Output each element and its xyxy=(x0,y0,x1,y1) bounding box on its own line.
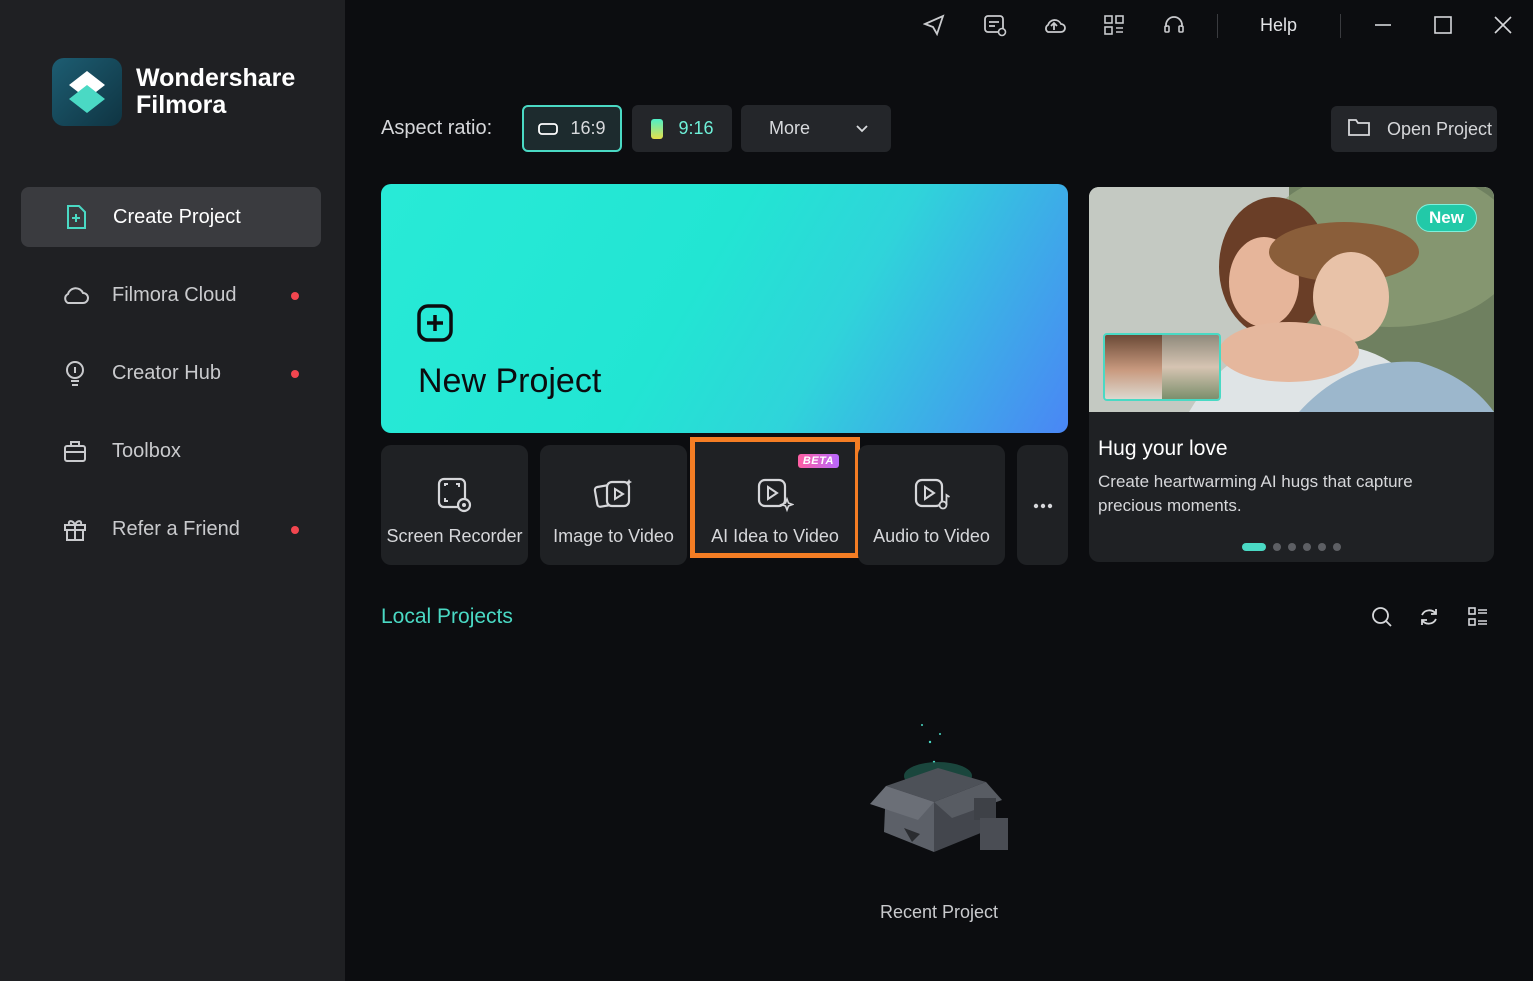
recent-project-label: Recent Project xyxy=(879,902,999,922)
headset-icon[interactable] xyxy=(1161,12,1187,38)
aspect-ratio-label: Aspect ratio: xyxy=(381,117,493,139)
carousel-dot[interactable] xyxy=(1288,543,1296,551)
local-projects-title: Local Projects xyxy=(381,605,513,628)
feature-label: Audio to Video xyxy=(873,526,990,546)
help-menu[interactable]: Help xyxy=(1260,15,1297,36)
cloud-upload-icon[interactable] xyxy=(1041,12,1067,38)
carousel-dot[interactable] xyxy=(1242,543,1266,551)
chevron-down-icon xyxy=(855,119,869,140)
apps-grid-icon[interactable] xyxy=(1101,12,1127,38)
sidebar-item-label: Toolbox xyxy=(112,439,181,462)
divider xyxy=(1340,14,1341,38)
sidebar-item-label: Refer a Friend xyxy=(112,517,240,540)
sidebar-item-create-project[interactable]: Create Project xyxy=(21,187,321,247)
filmora-logo-icon xyxy=(52,58,122,126)
feature-label: AI Idea to Video xyxy=(711,526,839,546)
carousel-dot[interactable] xyxy=(1273,543,1281,551)
sidebar-item-label: Create Project xyxy=(113,205,241,228)
minimize-icon[interactable] xyxy=(1370,12,1396,38)
ai-idea-to-video-button[interactable]: BETA AI Idea to Video xyxy=(690,437,860,558)
sidebar-item-refer-a-friend[interactable]: Refer a Friend xyxy=(21,499,321,559)
carousel-dot[interactable] xyxy=(1333,543,1341,551)
image-to-video-button[interactable]: Image to Video xyxy=(540,445,687,565)
gift-icon xyxy=(60,514,90,544)
divider xyxy=(1217,14,1218,38)
brand-line2: Filmora xyxy=(136,91,227,119)
more-label: More xyxy=(769,118,811,138)
thumbnail-image xyxy=(1162,335,1219,399)
feature-label: Image to Video xyxy=(553,526,674,546)
image-to-video-icon xyxy=(593,476,635,514)
toolbox-icon xyxy=(60,436,90,466)
open-project-button[interactable]: Open Project xyxy=(1331,106,1497,152)
lightbulb-icon xyxy=(60,358,90,388)
thumbnail-image xyxy=(1105,335,1162,399)
close-icon[interactable] xyxy=(1490,12,1516,38)
more-horizontal-icon xyxy=(1033,496,1053,514)
sidebar-item-filmora-cloud[interactable]: Filmora Cloud xyxy=(21,265,321,325)
new-badge: New xyxy=(1416,204,1477,232)
ai-idea-to-video-icon xyxy=(756,476,794,514)
more-features-button[interactable] xyxy=(1017,445,1068,565)
sidebar-item-creator-hub[interactable]: Creator Hub xyxy=(21,343,321,403)
carousel-dot[interactable] xyxy=(1303,543,1311,551)
folder-icon xyxy=(1347,117,1371,142)
plus-square-icon xyxy=(417,304,453,347)
list-view-icon[interactable] xyxy=(1465,604,1491,630)
promo-description: Create heartwarming AI hugs that capture… xyxy=(1098,472,1413,515)
aspect-ratio-9-16-button[interactable]: 9:16 xyxy=(632,105,732,152)
carousel-dot[interactable] xyxy=(1318,543,1326,551)
aspect-ratio-label: 16:9 xyxy=(570,118,606,138)
brand-line1: Wondershare xyxy=(136,64,296,92)
new-project-label: New Project xyxy=(418,362,602,400)
aspect-ratio-more-dropdown[interactable]: More xyxy=(741,105,891,152)
new-project-card[interactable]: New Project xyxy=(381,184,1068,433)
notification-dot xyxy=(291,292,299,300)
carousel-indicator xyxy=(1242,543,1348,551)
sidebar-item-toolbox[interactable]: Toolbox xyxy=(21,421,321,481)
promo-card[interactable]: New Hug your love Create heartwarming AI… xyxy=(1089,187,1494,562)
screen-recorder-icon xyxy=(436,476,474,514)
aspect-ratio-label: 9:16 xyxy=(678,118,714,138)
refresh-icon[interactable] xyxy=(1416,604,1442,630)
send-icon[interactable] xyxy=(921,12,947,38)
maximize-icon[interactable] xyxy=(1430,12,1456,38)
promo-image: New xyxy=(1089,187,1494,412)
sidebar-item-label: Filmora Cloud xyxy=(112,283,237,306)
feedback-icon[interactable] xyxy=(982,12,1008,38)
aspect-ratio-16-9-button[interactable]: 16:9 xyxy=(522,105,622,152)
promo-thumbnails xyxy=(1103,333,1221,401)
cloud-icon xyxy=(60,280,90,310)
landscape-icon xyxy=(538,122,559,135)
search-icon[interactable] xyxy=(1369,604,1395,630)
title-bar: Help xyxy=(345,0,1533,52)
audio-to-video-button[interactable]: Audio to Video xyxy=(858,445,1005,565)
beta-badge: BETA xyxy=(797,454,839,468)
app-logo: Wondershare Filmora xyxy=(52,58,295,126)
sidebar-item-label: Creator Hub xyxy=(112,361,221,384)
promo-title: Hug your love xyxy=(1098,437,1228,460)
portrait-icon xyxy=(650,118,664,140)
audio-to-video-icon xyxy=(913,476,951,514)
create-project-icon xyxy=(61,202,91,232)
notification-dot xyxy=(291,526,299,534)
notification-dot xyxy=(291,370,299,378)
screen-recorder-button[interactable]: Screen Recorder xyxy=(381,445,528,565)
sidebar: Wondershare Filmora Create Project Filmo… xyxy=(0,0,345,981)
empty-box-illustration xyxy=(862,720,1012,860)
open-project-label: Open Project xyxy=(1387,118,1493,139)
feature-label: Screen Recorder xyxy=(386,526,523,546)
sidebar-nav: Create Project Filmora Cloud Creator Hub… xyxy=(21,187,321,577)
